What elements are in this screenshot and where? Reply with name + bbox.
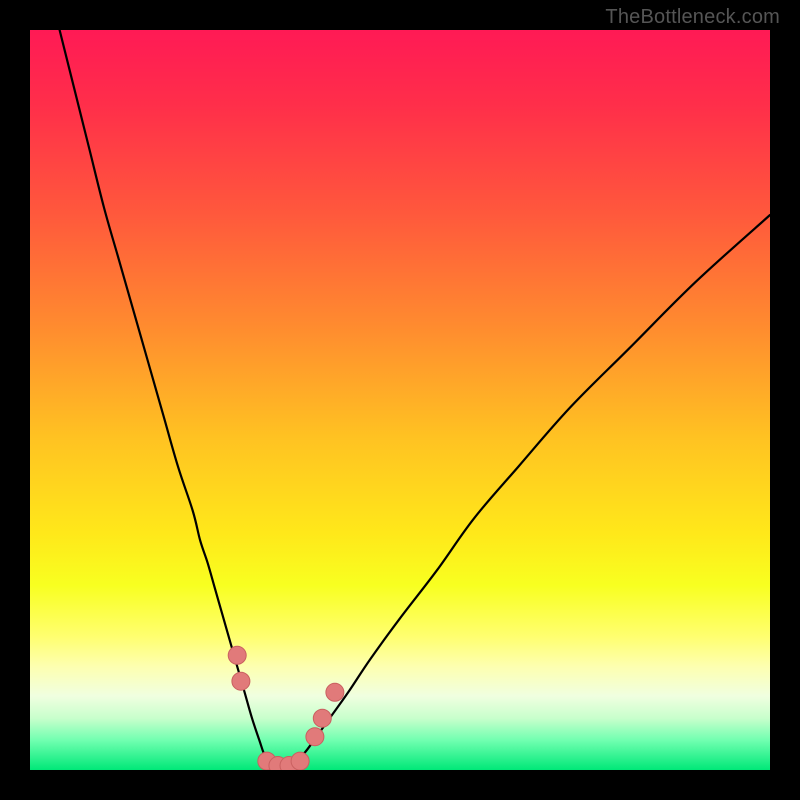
marker-point (228, 646, 246, 664)
watermark-text: TheBottleneck.com (605, 6, 780, 29)
plot-area (30, 30, 770, 770)
marker-point (326, 683, 344, 701)
outer-frame: TheBottleneck.com (0, 0, 800, 800)
marker-point (291, 752, 309, 770)
marker-point (313, 709, 331, 727)
marker-point (306, 728, 324, 746)
marker-point (232, 672, 250, 690)
gradient-background (30, 30, 770, 770)
chart-svg (30, 30, 770, 770)
